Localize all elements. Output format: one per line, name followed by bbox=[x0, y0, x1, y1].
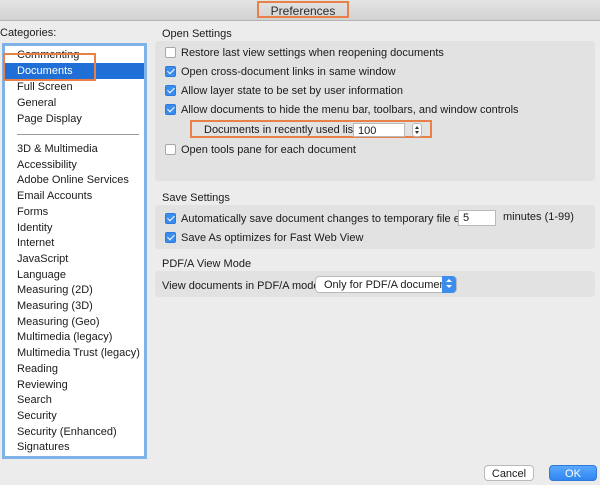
restore-view-label: Restore last view settings when reopenin… bbox=[181, 47, 444, 59]
sidebar-item-reading[interactable]: Reading bbox=[5, 361, 144, 377]
sidebar-item-measuring-2d[interactable]: Measuring (2D) bbox=[5, 282, 144, 298]
autosave-minutes-input[interactable]: 5 bbox=[458, 210, 496, 226]
sidebar-item-measuring-geo[interactable]: Measuring (Geo) bbox=[5, 314, 144, 330]
open-settings-heading: Open Settings bbox=[162, 28, 232, 40]
sidebar-item-email-accounts[interactable]: Email Accounts bbox=[5, 188, 144, 204]
window-title: Preferences bbox=[257, 1, 349, 18]
sidebar-item-internet[interactable]: Internet bbox=[5, 235, 144, 251]
sidebar-item-identity[interactable]: Identity bbox=[5, 220, 144, 236]
pdfa-heading: PDF/A View Mode bbox=[162, 258, 252, 270]
chevron-updown-icon[interactable] bbox=[442, 276, 456, 293]
cross-doc-links-label: Open cross-document links in same window bbox=[181, 66, 396, 78]
tools-pane-label: Open tools pane for each document bbox=[181, 144, 356, 156]
fast-web-view-checkbox[interactable] bbox=[165, 232, 176, 243]
sidebar-item-search[interactable]: Search bbox=[5, 392, 144, 408]
sidebar-item-language[interactable]: Language bbox=[5, 267, 144, 283]
cross-doc-links-checkbox[interactable] bbox=[165, 66, 176, 77]
sidebar-item-security-enhanced[interactable]: Security (Enhanced) bbox=[5, 424, 144, 440]
sidebar-item-spelling[interactable]: Spelling bbox=[5, 455, 144, 456]
pdfa-mode-value: Only for PDF/A documents bbox=[324, 279, 455, 291]
tools-pane-checkbox[interactable] bbox=[165, 144, 176, 155]
cancel-button[interactable]: Cancel bbox=[484, 465, 534, 481]
sidebar-item-accessibility[interactable]: Accessibility bbox=[5, 157, 144, 173]
sidebar-item-signatures[interactable]: Signatures bbox=[5, 439, 144, 455]
sidebar-item-multimedia-trust-legacy[interactable]: Multimedia Trust (legacy) bbox=[5, 345, 144, 361]
sidebar-item-measuring-3d[interactable]: Measuring (3D) bbox=[5, 298, 144, 314]
sidebar-item-reviewing[interactable]: Reviewing bbox=[5, 377, 144, 393]
sidebar-item-3d-multimedia[interactable]: 3D & Multimedia bbox=[5, 141, 144, 157]
sidebar-divider bbox=[17, 134, 139, 135]
recent-list-row: Documents in recently used list: 100 bbox=[190, 120, 432, 138]
sidebar-item-javascript[interactable]: JavaScript bbox=[5, 251, 144, 267]
sidebar-item-general[interactable]: General bbox=[5, 95, 144, 111]
categories-label: Categories: bbox=[0, 27, 57, 39]
sidebar-item-security[interactable]: Security bbox=[5, 408, 144, 424]
autosave-checkbox[interactable] bbox=[165, 213, 176, 224]
sidebar-item-full-screen[interactable]: Full Screen bbox=[5, 79, 144, 95]
layer-state-label: Allow layer state to be set by user info… bbox=[181, 85, 403, 97]
pdfa-mode-select[interactable]: Only for PDF/A documents bbox=[315, 276, 457, 293]
recent-list-label: Documents in recently used list: bbox=[204, 124, 360, 136]
autosave-unit-label: minutes (1-99) bbox=[503, 211, 574, 223]
categories-list[interactable]: Commenting Documents Full Screen General… bbox=[2, 43, 147, 459]
hide-menu-checkbox[interactable] bbox=[165, 104, 176, 115]
sidebar-item-adobe-online-services[interactable]: Adobe Online Services bbox=[5, 172, 144, 188]
save-settings-heading: Save Settings bbox=[162, 192, 230, 204]
sidebar-item-commenting[interactable]: Commenting bbox=[5, 47, 144, 63]
sidebar-item-forms[interactable]: Forms bbox=[5, 204, 144, 220]
recent-list-input[interactable]: 100 bbox=[353, 123, 405, 137]
sidebar-item-page-display[interactable]: Page Display bbox=[5, 111, 144, 127]
sidebar-item-multimedia-legacy[interactable]: Multimedia (legacy) bbox=[5, 329, 144, 345]
sidebar-item-documents[interactable]: Documents bbox=[5, 63, 144, 79]
autosave-label: Automatically save document changes to t… bbox=[181, 213, 484, 225]
pdfa-mode-label: View documents in PDF/A mode: bbox=[162, 280, 323, 292]
restore-view-checkbox[interactable] bbox=[165, 47, 176, 58]
ok-button[interactable]: OK bbox=[549, 465, 597, 481]
hide-menu-label: Allow documents to hide the menu bar, to… bbox=[181, 104, 519, 116]
layer-state-checkbox[interactable] bbox=[165, 85, 176, 96]
title-bar: Preferences bbox=[0, 0, 600, 21]
fast-web-view-label: Save As optimizes for Fast Web View bbox=[181, 232, 364, 244]
recent-list-stepper[interactable] bbox=[412, 123, 422, 137]
